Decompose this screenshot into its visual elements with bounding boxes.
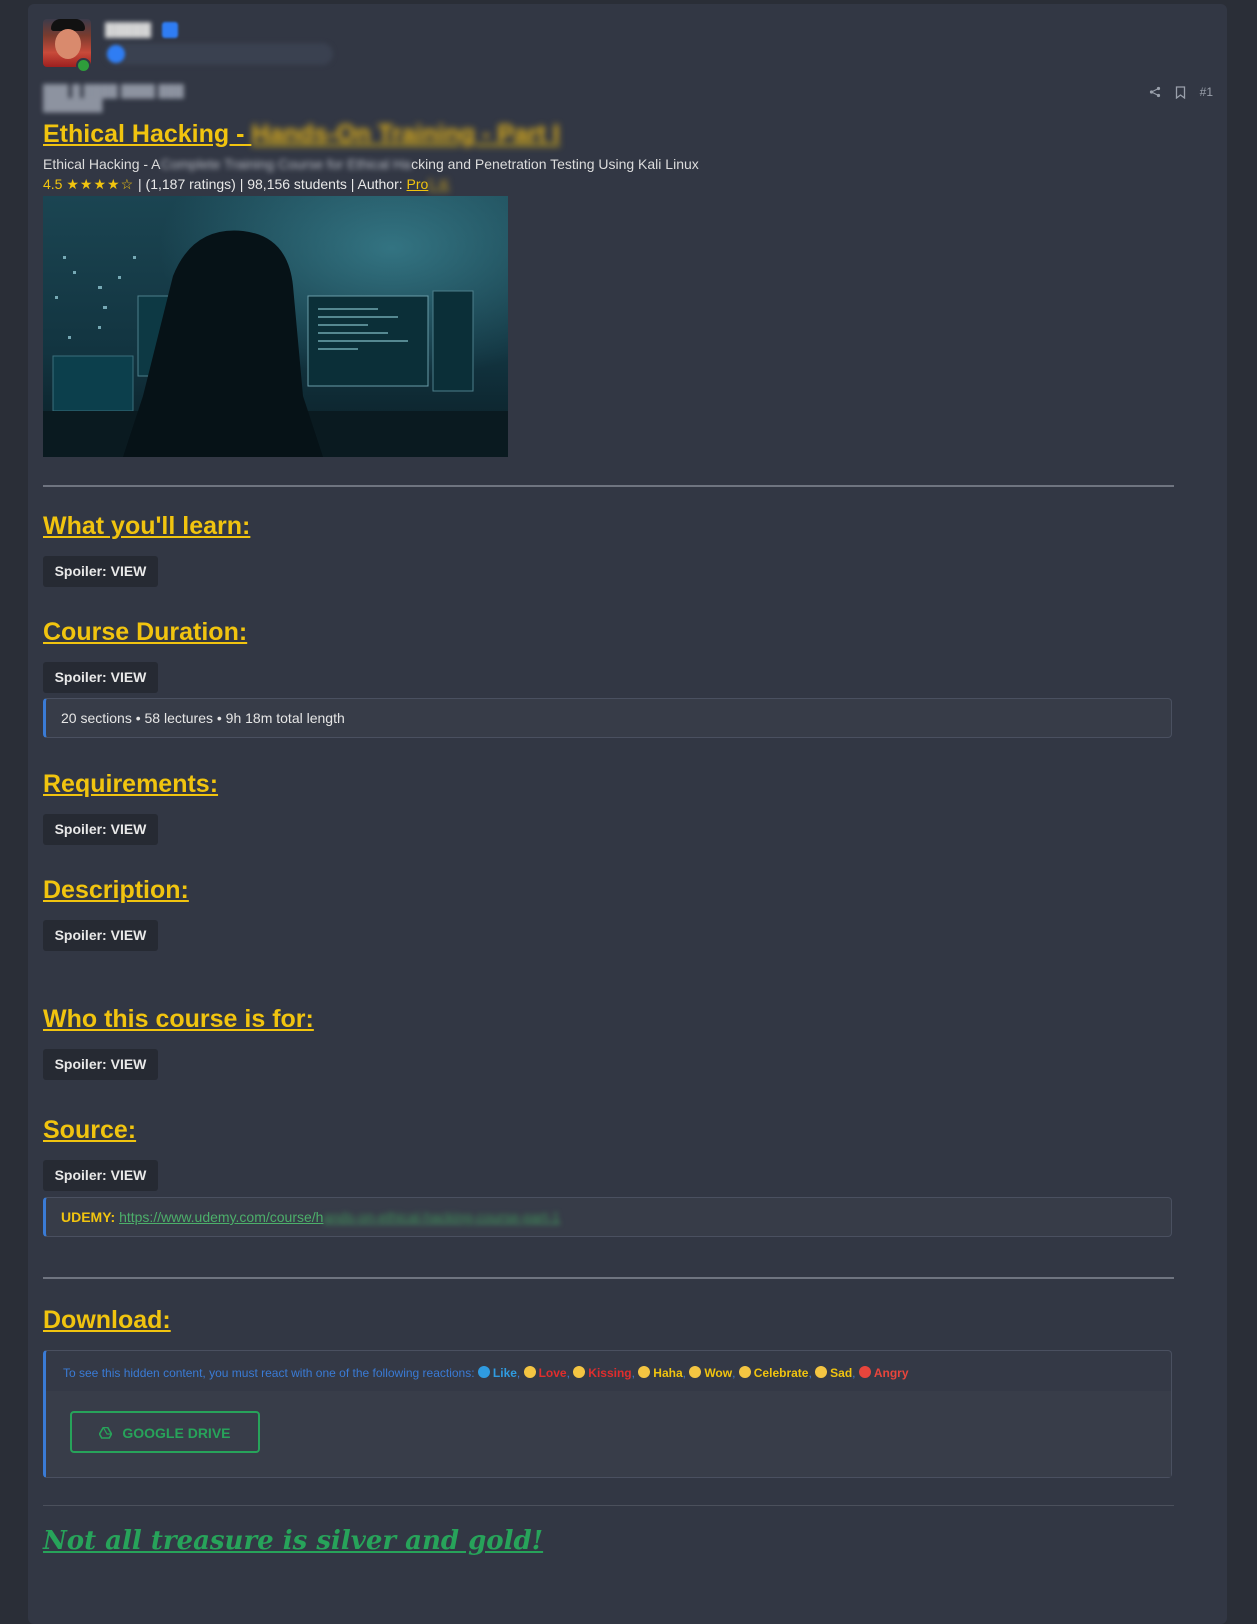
post-header: █████ ███ █ ████ ████ ███ ███████ #1	[43, 19, 1213, 112]
source-link[interactable]: https://www.udemy.com/course/hands-on-et…	[119, 1209, 560, 1225]
source-url-visible: https://www.udemy.com/course/h	[119, 1209, 324, 1225]
spoiler-source-button[interactable]: Spoiler: VIEW	[43, 1160, 158, 1191]
course-rating-line: 4.5 ★★★★☆ | (1,187 ratings) | 98,156 stu…	[43, 176, 449, 193]
source-box: UDEMY: https://www.udemy.com/course/hand…	[43, 1197, 1172, 1237]
avatar-face	[55, 29, 81, 59]
heading-source: Source:	[43, 1116, 137, 1144]
spoiler-requirements-button[interactable]: Spoiler: VIEW	[43, 814, 158, 845]
heading-requirements: Requirements:	[43, 770, 219, 798]
course-title-hidden: Hands-On Training - Part I	[251, 120, 560, 148]
hidden-content-notice: To see this hidden content, you must rea…	[63, 1366, 909, 1380]
google-drive-label: GOOGLE DRIVE	[122, 1425, 231, 1441]
author-link[interactable]: Prof. K	[407, 176, 450, 192]
ratings-text: | (1,187 ratings) | 98,156 students | Au…	[138, 176, 407, 192]
author-visible: Pro	[406, 176, 429, 192]
spoiler-description-button[interactable]: Spoiler: VIEW	[43, 920, 158, 951]
reaction-love[interactable]: Love	[539, 1366, 567, 1380]
user-title	[105, 43, 333, 65]
course-subtitle: Ethical Hacking - AComplete Training Cou…	[43, 156, 699, 172]
source-label: UDEMY:	[61, 1209, 116, 1225]
post-container: █████ ███ █ ████ ████ ███ ███████ #1 Eth…	[28, 4, 1227, 1624]
online-status-icon	[76, 58, 91, 73]
heading-learn: What you'll learn:	[43, 512, 251, 540]
kissing-icon	[573, 1366, 586, 1378]
reaction-wow[interactable]: Wow	[704, 1366, 732, 1380]
subtitle-end: cking and Penetration Testing Using Kali…	[411, 156, 699, 172]
like-icon	[477, 1366, 490, 1378]
divider	[43, 485, 1174, 487]
course-cover-image	[43, 196, 508, 457]
celebrate-icon	[738, 1366, 751, 1378]
sad-icon	[815, 1366, 828, 1378]
spoiler-duration-button[interactable]: Spoiler: VIEW	[43, 662, 158, 693]
heading-audience: Who this course is for:	[43, 1005, 314, 1033]
signature-motto: Not all treasure is silver and gold!	[43, 1526, 544, 1556]
username[interactable]: █████	[105, 22, 151, 38]
post-date[interactable]: ███ █ ████ ████ ███ ███████	[43, 84, 243, 112]
angry-icon	[858, 1366, 871, 1378]
share-icon[interactable]	[1149, 86, 1161, 98]
subtitle-start: Ethical Hacking - A	[43, 156, 161, 172]
course-title-visible: Ethical Hacking -	[43, 120, 252, 148]
post-number[interactable]: #1	[1200, 85, 1213, 99]
heading-description: Description:	[43, 876, 189, 904]
haha-icon	[638, 1366, 651, 1378]
divider	[43, 1277, 1174, 1279]
course-title[interactable]: Ethical Hacking - Hands-On Training - Pa…	[43, 120, 560, 149]
heading-duration: Course Duration:	[43, 618, 248, 646]
reaction-haha[interactable]: Haha	[653, 1366, 682, 1380]
heading-download: Download:	[43, 1306, 171, 1334]
reaction-sad[interactable]: Sad	[830, 1366, 852, 1380]
reaction-angry[interactable]: Angry	[874, 1366, 909, 1380]
reaction-celebrate[interactable]: Celebrate	[754, 1366, 809, 1380]
love-icon	[523, 1366, 536, 1378]
source-url-hidden: ands-on-ethical-hacking-course-part-1	[323, 1209, 561, 1225]
divider	[43, 1505, 1174, 1506]
spoiler-learn-button[interactable]: Spoiler: VIEW	[43, 556, 158, 587]
reaction-kissing[interactable]: Kissing	[588, 1366, 631, 1380]
rating-stars-icon: ★★★★☆	[66, 176, 135, 192]
subtitle-hidden: Complete Training Course for Ethical Ha	[160, 156, 412, 172]
rating-value: 4.5	[43, 176, 63, 192]
post-actions: #1	[1149, 83, 1213, 101]
hidden-content-area: GOOGLE DRIVE	[46, 1391, 1171, 1477]
google-drive-icon	[99, 1425, 122, 1441]
spoiler-audience-button[interactable]: Spoiler: VIEW	[43, 1049, 158, 1080]
reaction-like[interactable]: Like	[493, 1366, 517, 1380]
wow-icon	[689, 1366, 702, 1378]
google-drive-button[interactable]: GOOGLE DRIVE	[70, 1411, 260, 1453]
bookmark-icon[interactable]	[1175, 85, 1186, 99]
hidden-content-box: To see this hidden content, you must rea…	[43, 1350, 1172, 1478]
verified-badge-icon	[162, 22, 178, 38]
author-hidden: f. K	[428, 176, 450, 192]
hidden-notice-text: To see this hidden content, you must rea…	[63, 1366, 478, 1380]
user-title-icon	[107, 45, 125, 63]
duration-info-box: 20 sections • 58 lectures • 9h 18m total…	[43, 698, 1172, 738]
